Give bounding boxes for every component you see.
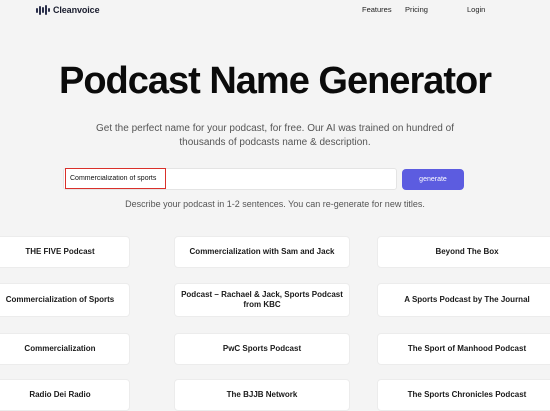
result-card[interactable]: Commercialization [0,333,130,365]
top-nav: Cleanvoice Features Pricing Login [0,0,550,22]
nav-link-features[interactable]: Features [362,5,392,14]
result-card[interactable]: Commercialization of Sports [0,283,130,317]
nav-link-login[interactable]: Login [467,5,485,14]
result-card[interactable]: Commercialization with Sam and Jack [174,236,350,268]
result-card[interactable]: The Sports Chronicles Podcast [377,379,550,411]
result-card[interactable]: THE FIVE Podcast [0,236,130,268]
waveform-icon [36,5,50,15]
nav-link-pricing[interactable]: Pricing [405,5,428,14]
result-card[interactable]: Beyond The Box [377,236,550,268]
result-card[interactable]: PwC Sports Podcast [174,333,350,365]
result-card[interactable]: A Sports Podcast by The Journal [377,283,550,317]
input-hint: Describe your podcast in 1-2 sentences. … [125,199,425,209]
result-card[interactable]: The Sport of Manhood Podcast [377,333,550,365]
page-title: Podcast Name Generator [58,60,492,102]
description-input[interactable] [70,170,165,187]
result-card[interactable]: Radio Dei Radio [0,379,130,411]
logo-text: Cleanvoice [52,5,100,15]
result-card[interactable]: The BJJB Network [174,379,350,411]
result-card[interactable]: Podcast – Rachael & Jack, Sports Podcast… [174,283,350,317]
generate-button[interactable]: generate [402,169,464,190]
page-subtitle: Get the perfect name for your podcast, f… [96,123,454,148]
logo[interactable]: Cleanvoice [36,5,100,15]
